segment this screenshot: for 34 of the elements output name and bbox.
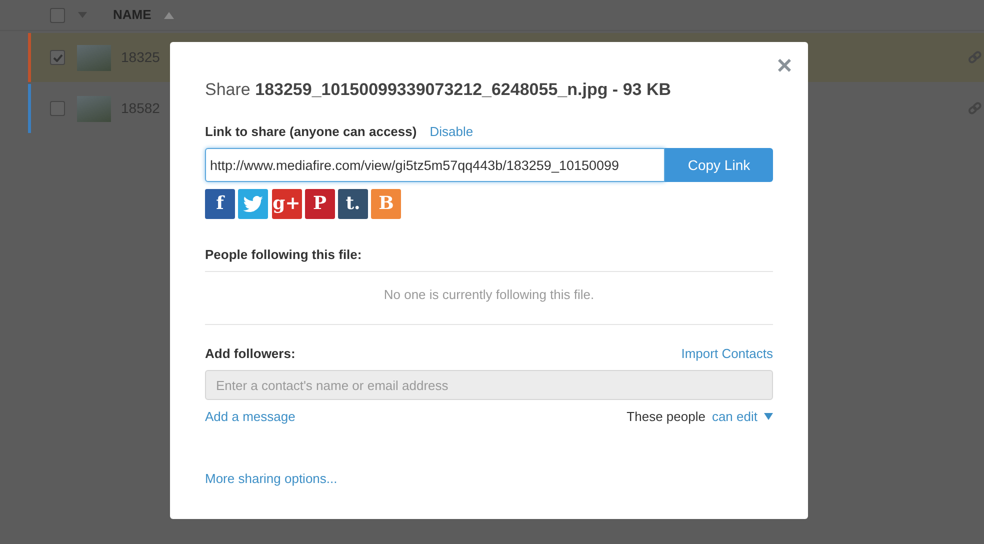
link-field[interactable]: http://www.mediafire.com/view/gi5tz5m57qq443b/183259_10150099 (205, 148, 665, 182)
dropdown-arrow-icon (764, 413, 773, 420)
share-letter-icon[interactable]: f (205, 188, 235, 219)
contact-field[interactable]: Enter a contact's name or email address (205, 370, 773, 400)
row-checkbox[interactable] (50, 50, 65, 65)
dialog-title-prefix: Share (205, 80, 250, 100)
bird-icon[interactable] (238, 188, 268, 219)
select-all-checkbox[interactable] (50, 8, 65, 22)
link-icon[interactable] (968, 102, 982, 116)
permission-label: These people (626, 408, 706, 426)
permission-dropdown[interactable]: can edit (712, 406, 773, 426)
add-message-link[interactable]: Add a message (205, 406, 296, 426)
disable-link[interactable]: Disable (430, 122, 474, 142)
more-options-link[interactable]: More sharing options... (205, 470, 338, 486)
checkmark-icon (52, 54, 62, 62)
column-header[interactable]: NAME (113, 5, 152, 25)
share-letter-icon[interactable]: B (371, 188, 402, 219)
file-title: 183259_10150099339073212_6248055_n.jpg - 93 KB (255, 80, 672, 100)
followers-heading: People following this file: (205, 246, 363, 264)
link-icon[interactable] (968, 50, 982, 64)
import-contacts-link[interactable]: Import Contacts (681, 344, 773, 364)
copy-link-button[interactable]: Copy Link (665, 148, 773, 182)
share-letter-icon[interactable]: t. (338, 188, 368, 219)
add-followers-heading: Add followers: (205, 345, 296, 364)
empty-followers-text: No one is currently following this file. (382, 286, 596, 304)
photo-placeholder (77, 44, 111, 70)
share-letter-icon[interactable]: g+ (272, 188, 302, 219)
caret-icon[interactable] (78, 12, 87, 18)
photo-placeholder (77, 96, 111, 122)
row-checkbox[interactable] (50, 101, 65, 116)
close-button[interactable]: × (776, 52, 792, 78)
sort-arrow-icon[interactable] (164, 12, 174, 18)
link-label: Link to share (anyone can access) (205, 123, 417, 142)
share-letter-icon[interactable]: P (304, 188, 335, 219)
